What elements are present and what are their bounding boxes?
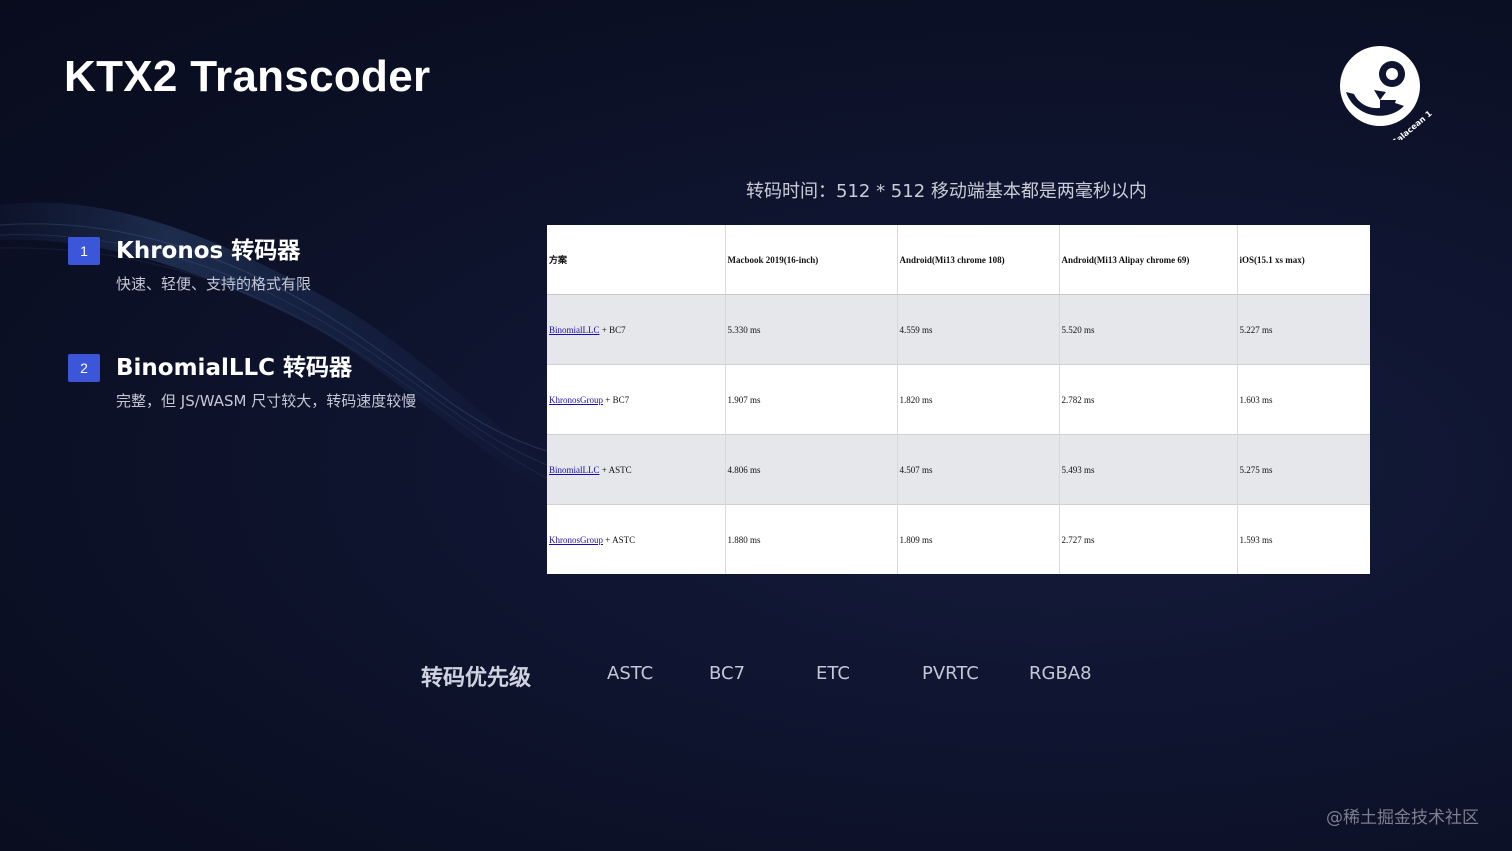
value-cell: 4.507 ms [896,434,1059,505]
header-ios: iOS(15.1 xs max) [1236,225,1370,295]
value-cell: 2.782 ms [1058,364,1237,435]
value-cell: 4.806 ms [724,434,897,505]
priority-format-astc: ASTC [607,663,654,684]
scheme-format: + ASTC [603,534,636,545]
header-android-chrome: Android(Mi13 chrome 108) [896,225,1059,295]
table-caption: 转码时间：512 * 512 移动端基本都是两毫秒以内 [746,181,1147,202]
table-header-row: 方案 Macbook 2019(16-inch) Android(Mi13 ch… [547,225,1370,295]
point-1-number-badge: 1 [68,237,100,265]
value-cell: 5.493 ms [1058,434,1237,505]
watermark: @稀土掘金技术社区 [1326,808,1479,828]
value-cell: 1.593 ms [1236,504,1370,574]
priority-format-bc7: BC7 [709,663,746,684]
table-row: KhronosGroup + BC7 1.907 ms 1.820 ms 2.7… [547,364,1370,435]
point-2-number-badge: 2 [68,354,100,382]
transcode-time-table: 方案 Macbook 2019(16-inch) Android(Mi13 ch… [547,225,1370,574]
value-cell: 5.520 ms [1058,294,1237,365]
value-cell: 1.603 ms [1236,364,1370,435]
scheme-format: + BC7 [603,394,630,405]
row-scheme-cell: KhronosGroup + BC7 [547,364,725,435]
value-cell: 1.907 ms [724,364,897,435]
header-scheme: 方案 [547,225,725,295]
point-2-heading: BinomialLLC 转码器 [116,355,353,381]
priority-format-etc: ETC [816,663,850,684]
binomialllc-link[interactable]: BinomialLLC [549,465,600,475]
priority-label: 转码优先级 [421,666,532,691]
scheme-format: + ASTC [599,464,632,475]
khronosgroup-link[interactable]: KhronosGroup [549,395,603,405]
value-cell: 5.275 ms [1236,434,1370,505]
value-cell: 2.727 ms [1058,504,1237,574]
value-cell: 1.820 ms [896,364,1059,435]
priority-format-rgba8: RGBA8 [1029,663,1092,684]
value-cell: 5.227 ms [1236,294,1370,365]
row-scheme-cell: BinomialLLC + BC7 [547,294,725,365]
value-cell: 5.330 ms [724,294,897,365]
header-android-alipay: Android(Mi13 Alipay chrome 69) [1058,225,1237,295]
point-1-description: 快速、轻便、支持的格式有限 [116,275,312,293]
value-cell: 1.880 ms [724,504,897,574]
table-row: BinomialLLC + ASTC 4.806 ms 4.507 ms 5.4… [547,434,1370,505]
value-cell: 1.809 ms [896,504,1059,574]
khronosgroup-link[interactable]: KhronosGroup [549,535,603,545]
table-row: BinomialLLC + BC7 5.330 ms 4.559 ms 5.52… [547,294,1370,365]
slide-title: KTX2 Transcoder [64,52,431,101]
point-2-description: 完整，但 JS/WASM 尺寸较大，转码速度较慢 [116,392,417,410]
value-cell: 4.559 ms [896,294,1059,365]
row-scheme-cell: KhronosGroup + ASTC [547,504,725,574]
scheme-format: + BC7 [599,324,626,335]
header-macbook: Macbook 2019(16-inch) [724,225,897,295]
galacean-logo: Galacean 1.0 [1340,46,1432,140]
point-1-heading: Khronos 转码器 [116,238,301,264]
row-scheme-cell: BinomialLLC + ASTC [547,434,725,505]
table-row: KhronosGroup + ASTC 1.880 ms 1.809 ms 2.… [547,504,1370,574]
binomialllc-link[interactable]: BinomialLLC [549,325,600,335]
priority-format-pvrtc: PVRTC [922,663,979,684]
